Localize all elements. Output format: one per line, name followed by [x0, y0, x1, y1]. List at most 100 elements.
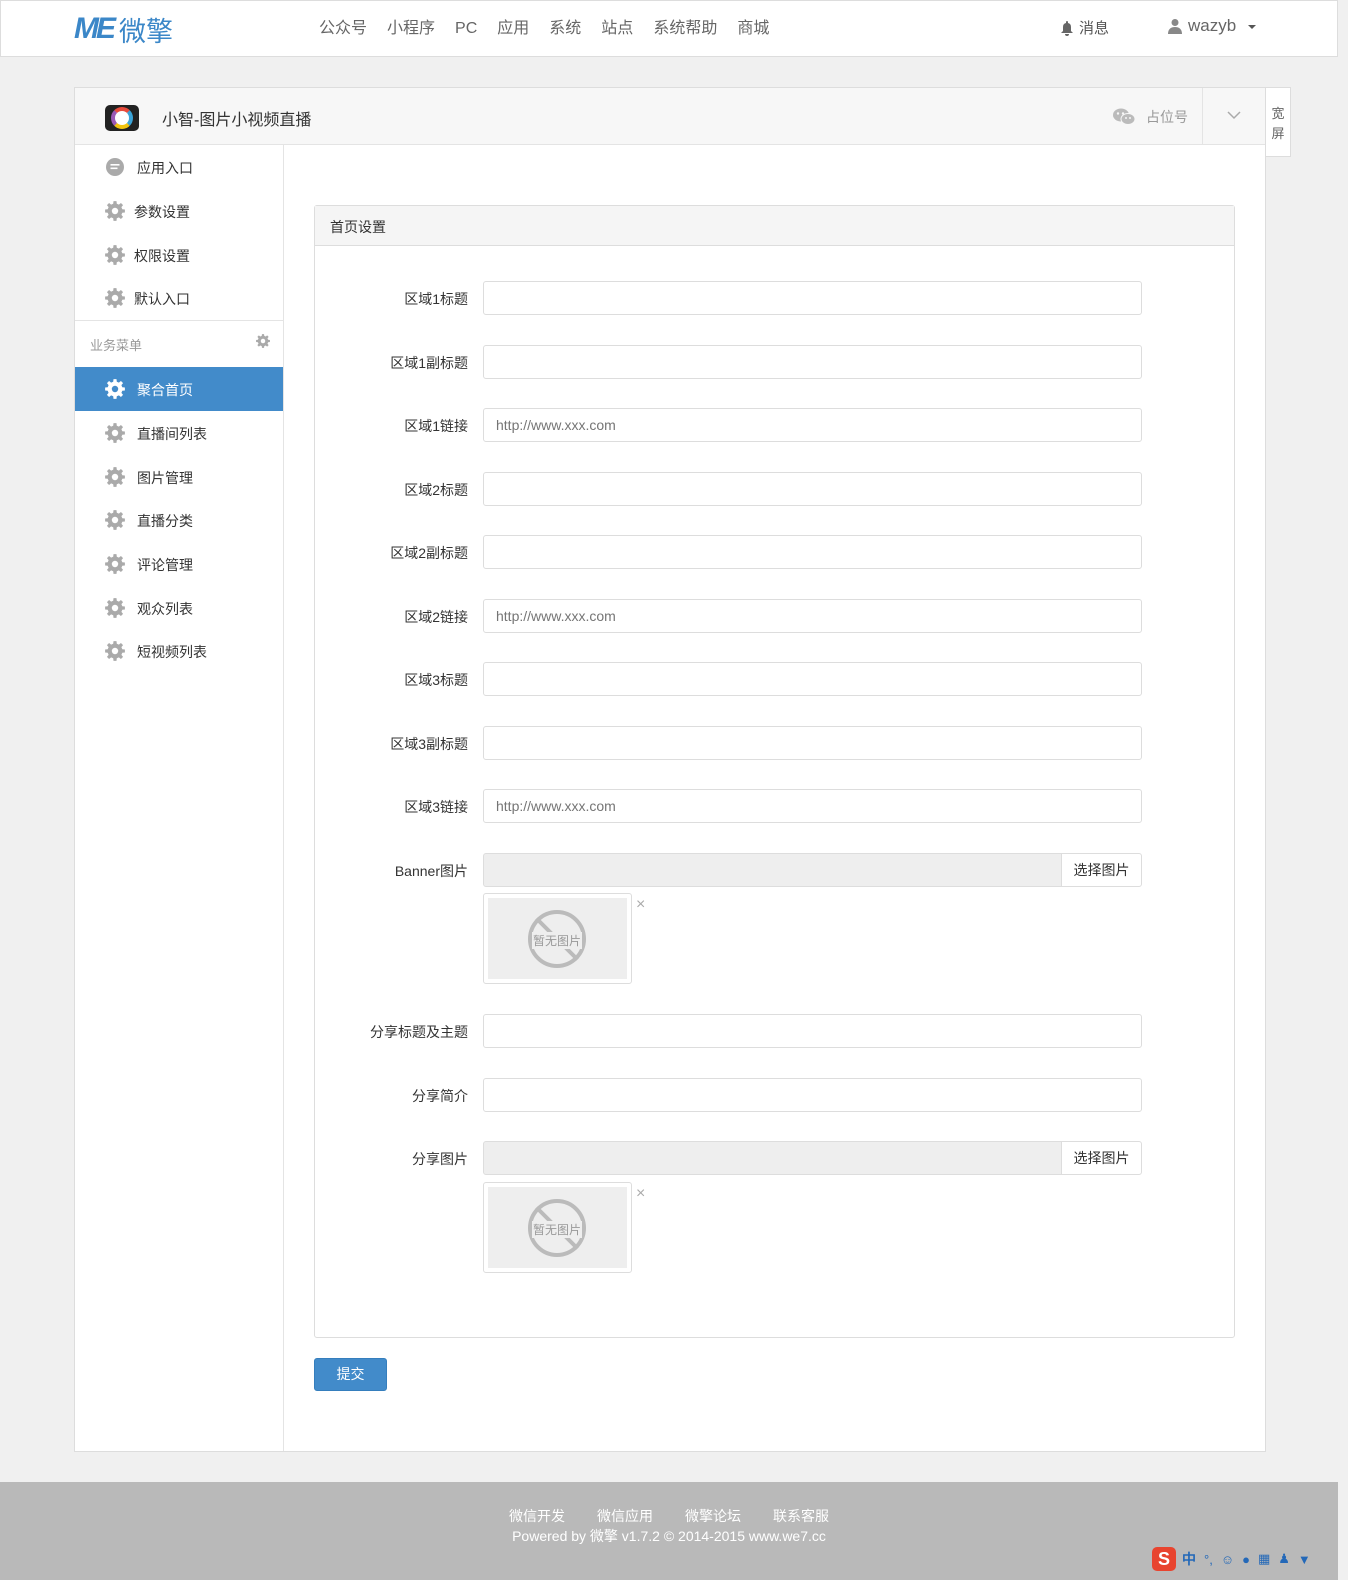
- sidebar-item-label: 短视频列表: [137, 644, 207, 660]
- keyboard-icon[interactable]: ▦: [1258, 1551, 1270, 1567]
- sidebar-item-app-entry[interactable]: 应用入口: [75, 145, 283, 189]
- field-label: 区域3链接: [404, 799, 468, 815]
- chevron-down-icon[interactable]: [1227, 108, 1241, 122]
- footer: 微信开发 微信应用 微擎论坛 联系客服 Powered by 微擎 v1.7.2…: [0, 1482, 1338, 1580]
- area2-link-input[interactable]: [483, 599, 1142, 633]
- footer-link-wechat-dev[interactable]: 微信开发: [509, 1506, 565, 1526]
- banner-select-image-button[interactable]: 选择图片: [1061, 853, 1142, 887]
- gear-icon: [105, 641, 125, 661]
- footer-copyright: Powered by 微擎 v1.7.2 © 2014-2015 www.we7…: [512, 1528, 826, 1544]
- field-label: 区域1链接: [404, 418, 468, 434]
- footer-link-wechat-apps[interactable]: 微信应用: [597, 1506, 653, 1526]
- gear-icon: [105, 510, 125, 530]
- ime-punct[interactable]: °,: [1204, 1552, 1213, 1567]
- sidebar-item-live-rooms[interactable]: 直播间列表: [75, 411, 283, 455]
- ime-logo-icon: S: [1152, 1547, 1176, 1571]
- home-settings-panel: 首页设置 区域1标题 区域1副标题 区域1链接 区域2标题 区域2副标题 区域2…: [314, 205, 1235, 1338]
- site-logo[interactable]: ME 微擎: [74, 12, 173, 48]
- form-row: 区域2副标题: [315, 535, 1234, 569]
- nav-item-site[interactable]: 站点: [601, 17, 633, 41]
- banner-image-preview: 暂无图片: [483, 893, 632, 984]
- form-row: 分享标题及主题: [315, 1014, 1234, 1048]
- field-label: 区域2链接: [404, 609, 468, 625]
- field-label: 分享标题及主题: [370, 1024, 468, 1040]
- nav-item-apps[interactable]: 应用: [497, 17, 529, 41]
- nav-item-store[interactable]: 商城: [737, 17, 769, 41]
- sidebar-item-comments[interactable]: 评论管理: [75, 542, 283, 586]
- microphone-icon[interactable]: ●: [1242, 1552, 1250, 1567]
- settings-gear-icon[interactable]: [256, 334, 270, 348]
- sidebar-item-audience[interactable]: 观众列表: [75, 586, 283, 630]
- ime-toolbar[interactable]: S 中 °, ☺ ● ▦ ♟ ▼: [1152, 1546, 1342, 1572]
- sidebar-item-short-videos[interactable]: 短视频列表: [75, 629, 283, 673]
- field-label: 区域3标题: [404, 672, 468, 688]
- sidebar-item-label: 直播间列表: [137, 426, 207, 442]
- area3-link-input[interactable]: [483, 789, 1142, 823]
- form-row: 分享图片 选择图片: [315, 1141, 1234, 1175]
- nav-item-gongzhonghao[interactable]: 公众号: [319, 17, 367, 41]
- area3-subtitle-input[interactable]: [483, 726, 1142, 760]
- sidebar-item-live-categories[interactable]: 直播分类: [75, 498, 283, 542]
- gear-icon: [105, 379, 125, 399]
- area2-title-input[interactable]: [483, 472, 1142, 506]
- share-title-input[interactable]: [483, 1014, 1142, 1048]
- submit-button[interactable]: 提交: [314, 1358, 387, 1391]
- form-row: 区域3副标题: [315, 726, 1234, 760]
- sidebar-item-label: 聚合首页: [137, 382, 193, 398]
- app-header: 小智-图片小视频直播 占位号: [75, 88, 1265, 145]
- footer-links: 微信开发 微信应用 微擎论坛 联系客服: [0, 1506, 1338, 1526]
- footer-link-forum[interactable]: 微擎论坛: [685, 1506, 741, 1526]
- wide-screen-toggle[interactable]: 宽屏: [1265, 87, 1291, 157]
- area1-title-input[interactable]: [483, 281, 1142, 315]
- ime-mode[interactable]: 中: [1182, 1549, 1196, 1569]
- sidebar-item-label: 默认入口: [134, 291, 190, 307]
- footer-link-support[interactable]: 联系客服: [773, 1506, 829, 1526]
- field-label: 区域2标题: [404, 482, 468, 498]
- emoji-icon[interactable]: ☺: [1221, 1552, 1234, 1567]
- form-row: 区域1链接: [315, 408, 1234, 442]
- bell-icon: [1061, 20, 1073, 36]
- sidebar-item-label: 权限设置: [134, 248, 190, 264]
- user-menu[interactable]: wazyb: [1168, 16, 1257, 36]
- share-image-remove-icon[interactable]: ×: [636, 1185, 645, 1203]
- field-label: 区域2副标题: [390, 545, 468, 561]
- account-switch[interactable]: 占位号: [1113, 107, 1188, 127]
- sidebar: 应用入口 参数设置 权限设置 默认入口 业务菜单 聚合首页 直播间列表 图片管理: [75, 145, 284, 1451]
- logo-text: 微擎: [119, 16, 173, 48]
- share-select-image-button[interactable]: 选择图片: [1061, 1141, 1142, 1175]
- field-label: 区域3副标题: [390, 736, 468, 752]
- gear-icon: [105, 423, 125, 443]
- sidebar-item-params[interactable]: 参数设置: [75, 189, 283, 233]
- area3-title-input[interactable]: [483, 662, 1142, 696]
- sidebar-item-home[interactable]: 聚合首页: [75, 367, 283, 411]
- area2-subtitle-input[interactable]: [483, 535, 1142, 569]
- sidebar-item-permissions[interactable]: 权限设置: [75, 233, 283, 277]
- sidebar-item-default-entry[interactable]: 默认入口: [75, 276, 283, 320]
- form-row: 区域3标题: [315, 662, 1234, 696]
- header-divider: [1202, 88, 1203, 145]
- skin-icon[interactable]: ▼: [1298, 1552, 1311, 1567]
- field-label: 区域1副标题: [390, 355, 468, 371]
- sidebar-item-images[interactable]: 图片管理: [75, 455, 283, 499]
- share-desc-input[interactable]: [483, 1078, 1142, 1112]
- nav-item-system[interactable]: 系统: [549, 17, 581, 41]
- nav-item-miniprogram[interactable]: 小程序: [387, 17, 435, 41]
- field-label: 区域1标题: [404, 291, 468, 307]
- gear-icon: [105, 598, 125, 618]
- nav-item-pc[interactable]: PC: [455, 17, 477, 41]
- gear-icon: [105, 201, 125, 221]
- no-image-text: 暂无图片: [532, 1221, 582, 1238]
- user-icon[interactable]: ♟: [1278, 1551, 1290, 1567]
- area1-subtitle-input[interactable]: [483, 345, 1142, 379]
- wechat-icon: [1113, 108, 1135, 125]
- form-row: 区域1副标题: [315, 345, 1234, 379]
- share-image-path: [483, 1141, 1062, 1175]
- field-label: Banner图片: [394, 863, 468, 879]
- area1-link-input[interactable]: [483, 408, 1142, 442]
- app-title: 小智-图片小视频直播: [162, 112, 312, 129]
- form-row: 区域2链接: [315, 599, 1234, 633]
- banner-remove-icon[interactable]: ×: [636, 896, 645, 914]
- form-row: 区域1标题: [315, 281, 1234, 315]
- nav-item-help[interactable]: 系统帮助: [653, 17, 717, 41]
- messages-link[interactable]: 消息: [1060, 17, 1109, 38]
